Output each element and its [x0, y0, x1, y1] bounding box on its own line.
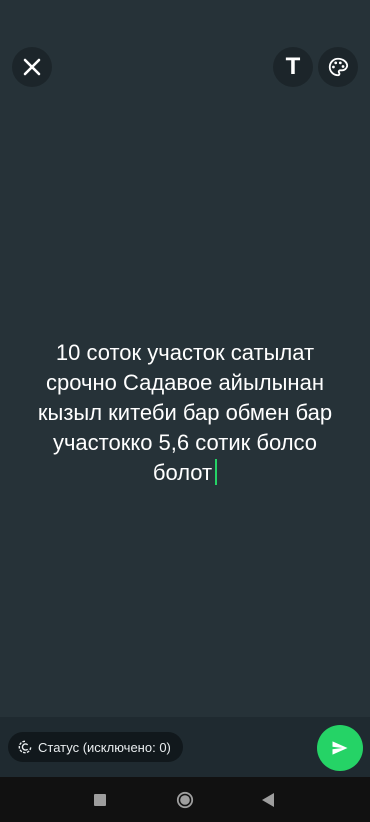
palette-icon: [328, 57, 349, 77]
status-privacy-label: Статус (исключено: 0): [38, 739, 171, 755]
status-editor-screen: T 10 соток участок сатылат срочно Садаво…: [0, 0, 370, 822]
close-icon: [23, 58, 41, 76]
text-tool-button[interactable]: T: [273, 47, 313, 87]
send-icon: [332, 741, 348, 755]
send-button[interactable]: [317, 725, 363, 771]
status-text-content: 10 соток участок сатылат срочно Садавое …: [37, 340, 333, 485]
back-button[interactable]: [252, 777, 284, 822]
bottom-bar: Статус (исключено: 0): [0, 717, 370, 777]
recents-button[interactable]: [84, 777, 116, 822]
system-navigation-bar: [0, 777, 370, 822]
status-text-editor[interactable]: 10 соток участок сатылат срочно Садавое …: [0, 338, 370, 488]
status-privacy-button[interactable]: Статус (исключено: 0): [8, 732, 183, 762]
circle-icon: [176, 791, 194, 808]
triangle-back-icon: [262, 792, 274, 807]
status-privacy-icon: [18, 740, 32, 754]
text-cursor: [215, 459, 218, 485]
text-tool-icon: T: [285, 53, 301, 80]
palette-button[interactable]: [318, 47, 358, 87]
home-button[interactable]: [169, 777, 201, 822]
close-button[interactable]: [12, 47, 52, 87]
square-icon: [94, 793, 106, 806]
